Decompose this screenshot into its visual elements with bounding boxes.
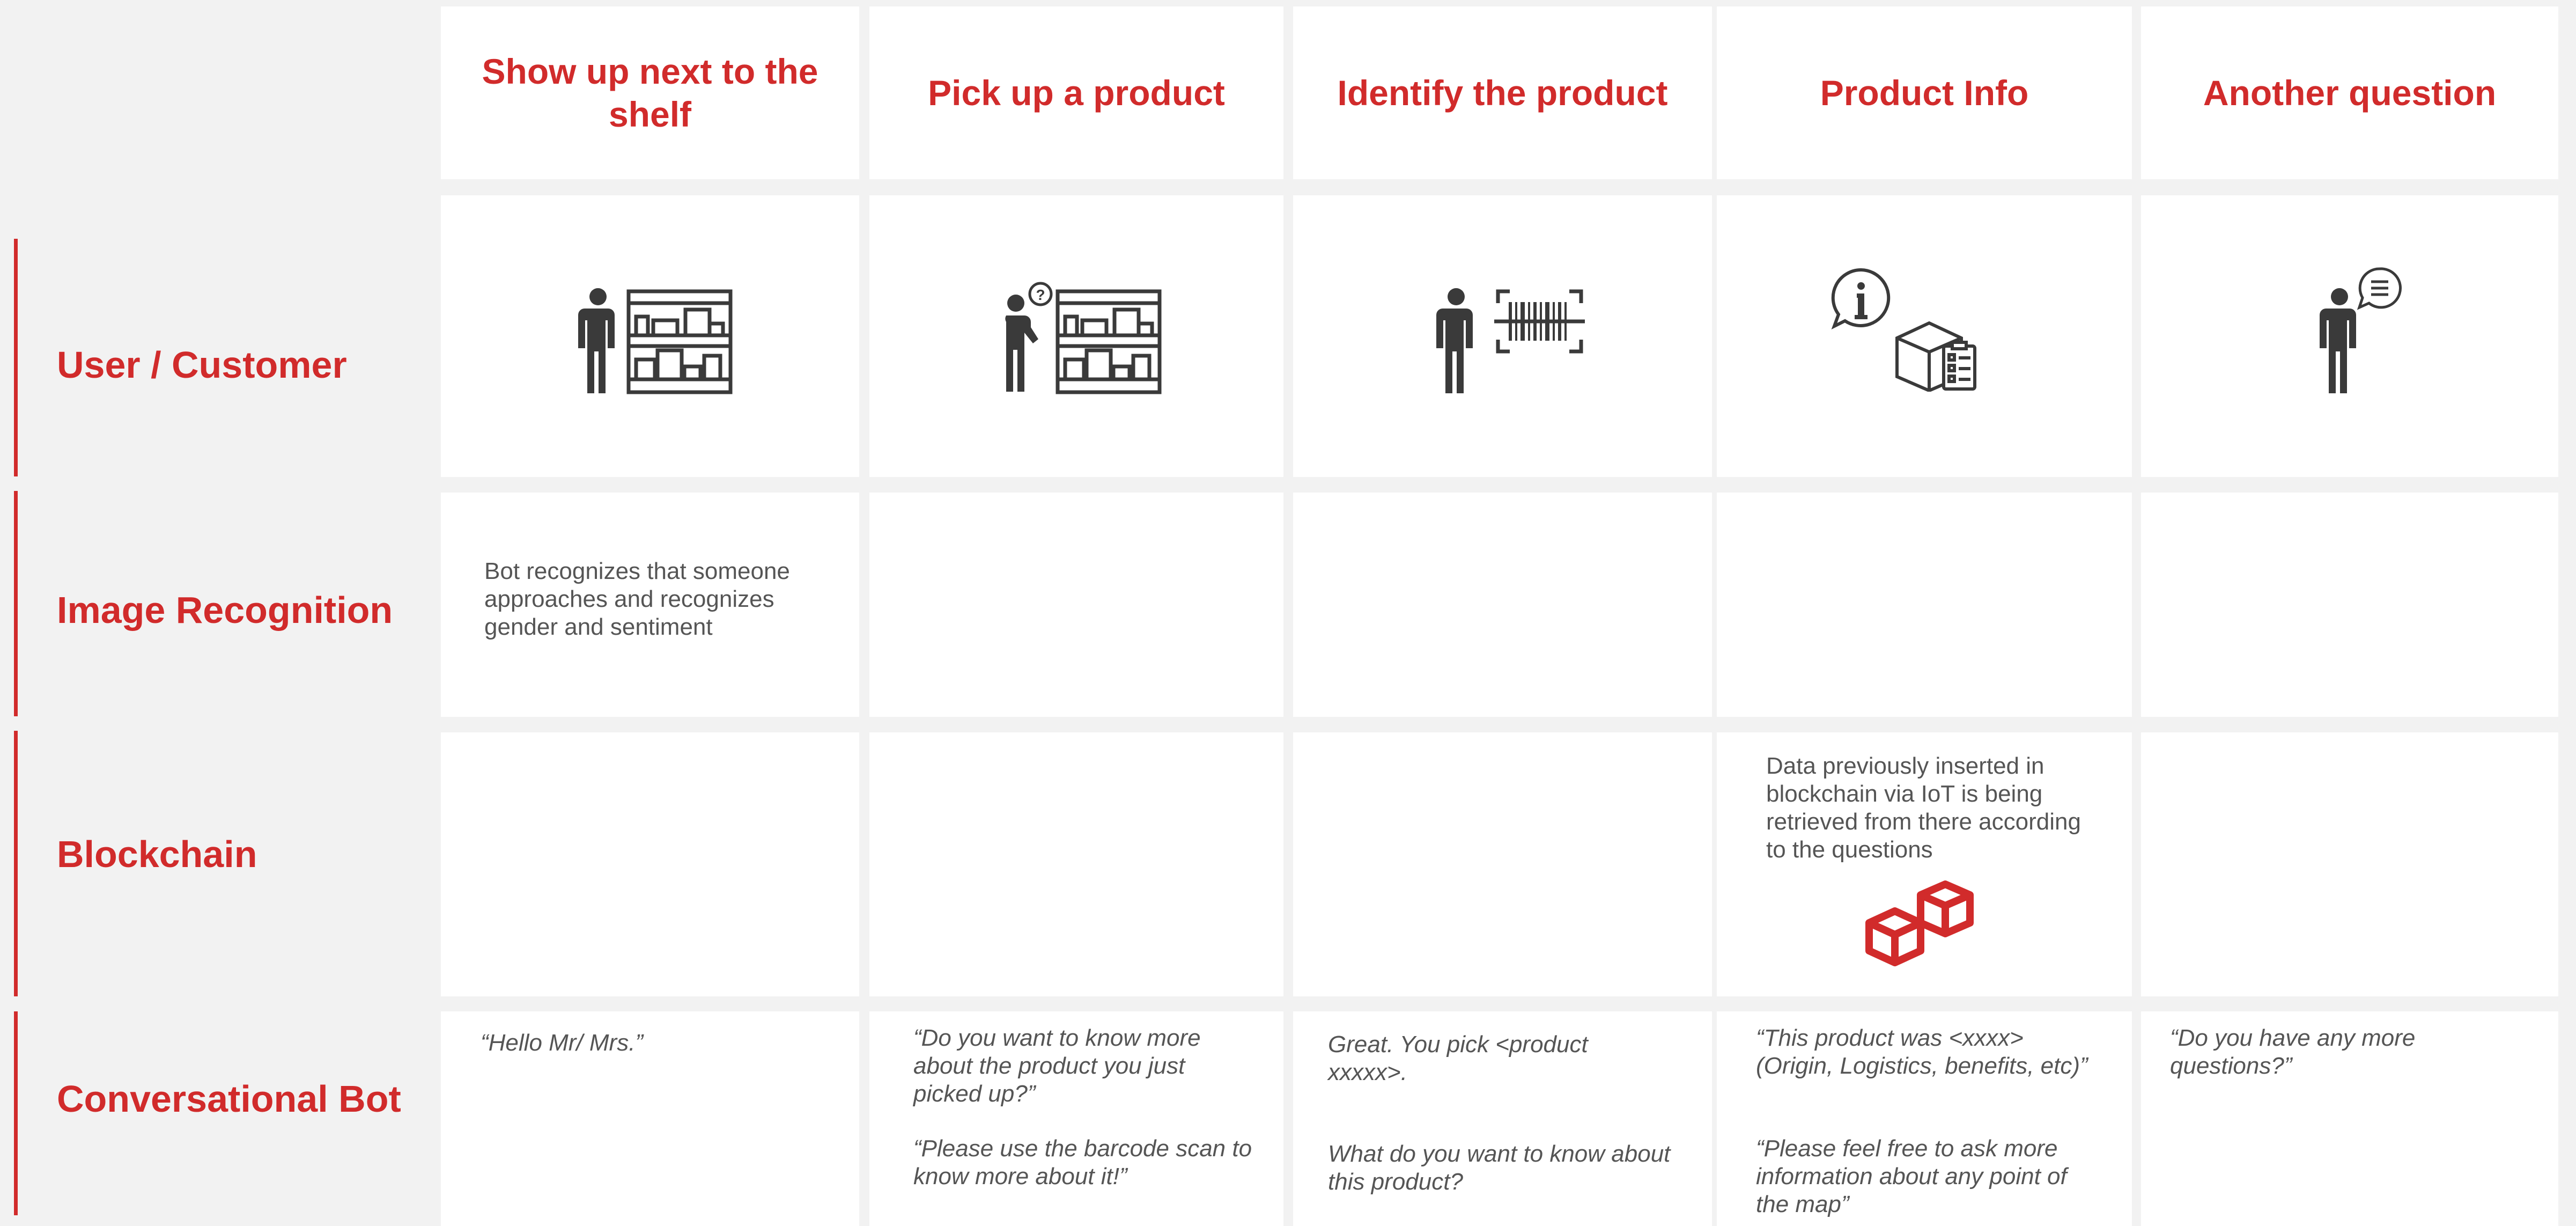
row-bar-blockchain xyxy=(14,731,18,996)
cell-blockchain-1 xyxy=(441,732,859,996)
image-recognition-note: Bot recognizes that someone approaches a… xyxy=(484,558,790,640)
bot-quote-know-more: “Do you want to know more about the prod… xyxy=(913,1025,1201,1107)
col-header-5: Another question xyxy=(2141,6,2558,179)
cell-blockchain-5 xyxy=(2141,732,2558,996)
person-thinking-at-shelf-icon: ? xyxy=(1005,282,1162,394)
blockchain-note: Data previously inserted in blockchain v… xyxy=(1766,753,2081,863)
info-box-checklist-icon xyxy=(1831,268,1976,392)
row-label-user: User / Customer xyxy=(57,344,347,386)
row-bar-bot xyxy=(14,1011,18,1215)
bot-quote-feel-free: “Please feel free to ask more informatio… xyxy=(1756,1135,2067,1217)
row-label-image-recognition: Image Recognition xyxy=(57,589,393,631)
row-label-blockchain: Blockchain xyxy=(57,833,257,875)
blockchain-cubes-icon xyxy=(1865,880,1974,966)
cell-image-recognition-4 xyxy=(1717,493,2132,717)
row-label-bot: Conversational Bot xyxy=(57,1078,401,1120)
cell-blockchain-3 xyxy=(1293,732,1712,996)
cell-image-recognition-3 xyxy=(1293,493,1712,717)
row-bar-image-recognition xyxy=(14,491,18,716)
person-at-shelf-icon xyxy=(578,288,733,394)
bot-quote-barcode: “Please use the barcode scan to know mor… xyxy=(913,1135,1252,1190)
bot-quote-great: Great. You pick <product xxxxx>. xyxy=(1328,1031,1588,1085)
svg-text:?: ? xyxy=(1036,287,1045,303)
bot-quote-what-to-know: What do you want to know about this prod… xyxy=(1328,1141,1671,1195)
cell-image-recognition-2 xyxy=(869,493,1283,717)
person-speech-bubble-icon xyxy=(2320,267,2402,393)
bot-quote-more-questions: “Do you have any more questions?” xyxy=(2170,1025,2416,1079)
col-header-2: Pick up a product xyxy=(869,6,1283,179)
col-header-4: Product Info xyxy=(1717,6,2132,179)
bot-quote-product-was: “This product was <xxxx> (Origin, Logist… xyxy=(1756,1025,2088,1079)
bot-quote-greeting: “Hello Mr/ Mrs.” xyxy=(481,1030,644,1056)
person-barcode-scan-icon xyxy=(1436,288,1585,393)
col-header-1: Show up next to the shelf xyxy=(441,6,859,179)
row-bar-user xyxy=(14,239,18,476)
cell-image-recognition-5 xyxy=(2141,493,2558,717)
col-header-3: Identify the product xyxy=(1293,6,1712,179)
cell-blockchain-2 xyxy=(869,732,1283,996)
